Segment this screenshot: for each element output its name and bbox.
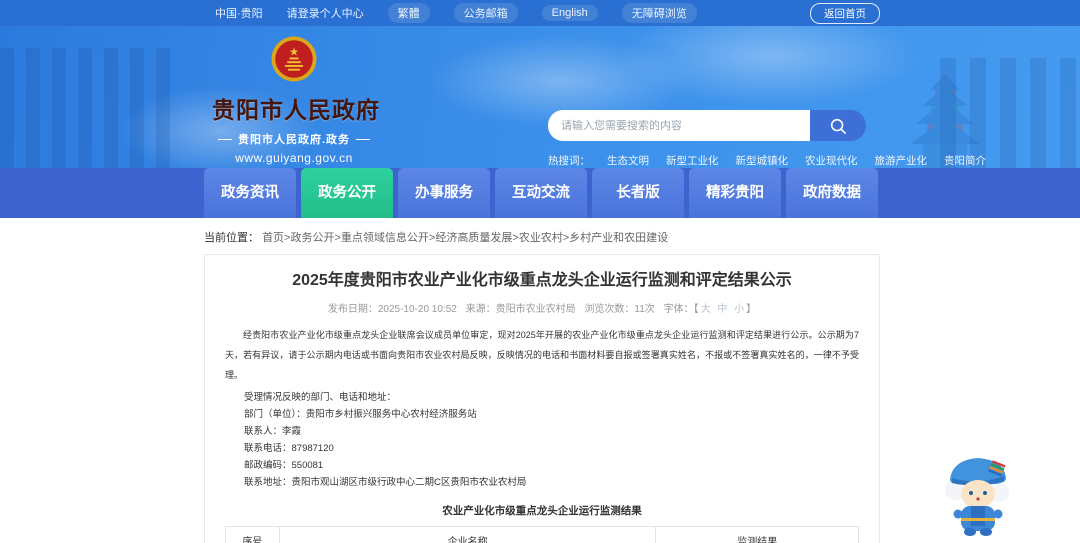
main-navigation: 政务资讯 政务公开 办事服务 互动交流 长者版 精彩贵阳 政府数据 [0,168,1080,218]
nav-tab-bsfw[interactable]: 办事服务 [398,168,490,218]
col-header-seq: 序号 [225,526,280,543]
hot-search-term[interactable]: 旅游产业化 [875,153,928,168]
traditional-chinese-link[interactable]: 繁體 [387,3,430,23]
nav-tab-zwgk-active[interactable]: 政务公开 [301,168,393,218]
official-mail-link[interactable]: 公务邮箱 [453,3,518,23]
mascot-assistant[interactable] [938,448,1018,538]
views-value: 11次 [634,304,655,315]
contact-line: 联系电话：87987120 [244,443,334,454]
col-header-result: 监测结果 [655,526,859,543]
contact-block: 受理情况反映的部门、电话和地址： 部门（单位）：贵阳市乡村振兴服务中心农村经济服… [225,389,859,491]
views-label: 浏览次数： [584,304,635,315]
nav-tab-elder[interactable]: 长者版 [592,168,684,218]
hot-search-row: 热搜词： 生态文明 新型工业化 新型城镇化 农业现代化 旅游产业化 贵阳简介 [548,153,986,168]
source-value: 贵阳市农业农村局 [495,304,576,315]
article-card: 2025年度贵阳市农业产业化市级重点龙头企业运行监测和评定结果公示 发布日期：2… [204,254,880,543]
svg-text:★: ★ [289,46,299,58]
site-subtitle: 贵阳市人民政府.政务 [212,131,376,147]
contact-line: 邮政编码：550081 [244,460,324,471]
hot-search-term[interactable]: 新型工业化 [666,153,719,168]
site-logo[interactable]: ★ 贵阳市人民政府 贵阳市人民政府.政务 www.guiyang.gov.cn [212,34,380,165]
source-label: 来源： [465,304,496,315]
hot-search-term[interactable]: 农业现代化 [805,153,858,168]
publish-date: 2025-10-20 10:52 [377,304,457,315]
contact-line: 联系地址：贵阳市观山湖区市级行政中心二期C区贵阳市农业农村局 [244,477,527,488]
search-icon [830,118,847,134]
table-caption: 农业产业化市级重点龙头企业运行监测结果 [442,505,642,517]
contact-line: 部门（单位）：贵阳市乡村振兴服务中心农村经济服务站 [244,409,477,420]
font-size-large-button[interactable]: 大 [701,304,711,315]
site-banner: ★ 贵阳市人民政府 贵阳市人民政府.政务 www.guiyang.gov.cn [0,26,1080,168]
font-size-medium-button[interactable]: 中 [717,304,727,315]
publish-date-label: 发布日期： [327,304,378,315]
site-title: 贵阳市人民政府 [212,97,380,123]
english-link[interactable]: English [541,5,598,21]
divider-line [356,138,371,140]
breadcrumb-path[interactable]: 首页>政务公开>重点领域信息公开>经济高质量发展>农业农村>乡村产业和农田建设 [262,232,668,244]
city-skyline-decoration [0,48,180,168]
breadcrumb-label: 当前位置： [204,232,259,244]
search-area: 热搜词： 生态文明 新型工业化 新型城镇化 农业现代化 旅游产业化 贵阳简介 [548,110,986,168]
site-url: www.guiyang.gov.cn [235,151,353,165]
hot-search-label: 热搜词： [548,155,590,167]
contact-line: 受理情况反映的部门、电话和地址： [244,392,397,403]
return-home-button[interactable]: 返回首页 [810,2,880,24]
login-link[interactable]: 请登录个人中心 [287,5,364,21]
breadcrumb: 当前位置： 首页>政务公开>重点领域信息公开>经济高质量发展>农业农村>乡村产业… [0,218,1080,245]
hot-search-term[interactable]: 贵阳简介 [944,153,986,168]
national-emblem-icon: ★ [271,36,317,82]
font-size-label-close: 】 [746,304,757,315]
divider-line [217,138,232,140]
article-paragraph: 经贵阳市农业产业化市级重点龙头企业联席会议成员单位审定，现对2025年开展的农业… [225,330,859,380]
nav-tab-zwzx[interactable]: 政务资讯 [204,168,296,218]
nav-tab-jcgy[interactable]: 精彩贵阳 [689,168,781,218]
accessibility-link[interactable]: 无障碍浏览 [621,3,697,23]
monitoring-results-table: 序号 企业名称 监测结果 1 贵州合力超市采购有限公司 合格 2 贵州友禾种业有… [225,526,859,543]
hot-search-term[interactable]: 生态文明 [607,153,649,168]
font-size-label: 字体：【 [663,304,699,315]
region-link[interactable]: 中国·贵阳 [215,5,263,21]
top-utility-bar: 中国·贵阳 请登录个人中心 繁體 公务邮箱 English 无障碍浏览 返回首页 [0,0,1080,26]
nav-tab-zfsj[interactable]: 政府数据 [786,168,878,218]
col-header-company: 企业名称 [278,526,657,543]
table-header-row: 序号 企业名称 监测结果 [225,526,859,543]
contact-line: 联系人：李霞 [244,426,302,437]
article-title: 2025年度贵阳市农业产业化市级重点龙头企业运行监测和评定结果公示 [292,272,792,289]
font-size-small-button[interactable]: 小 [734,304,744,315]
search-button[interactable] [810,110,866,141]
search-input[interactable] [548,110,810,141]
article-meta: 发布日期：2025-10-20 10:52 来源：贵阳市农业农村局 浏览次数：1… [225,300,859,315]
hot-search-term[interactable]: 新型城镇化 [736,153,789,168]
nav-tab-hdjl[interactable]: 互动交流 [495,168,587,218]
